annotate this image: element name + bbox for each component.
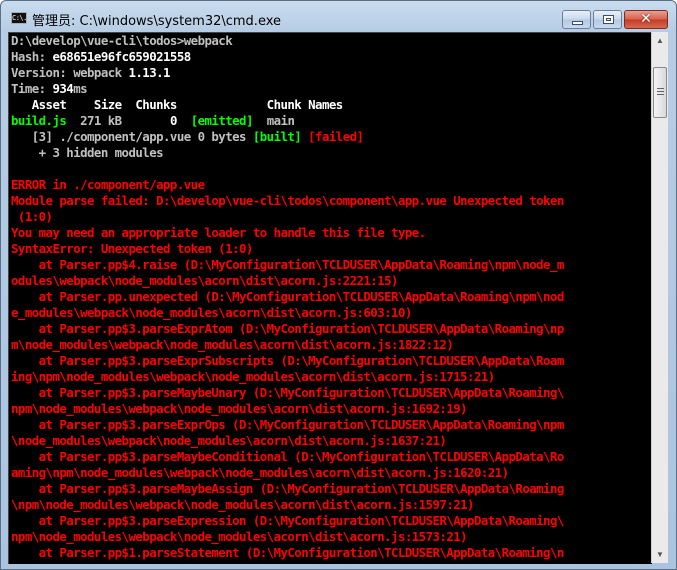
console-line: (1:0)	[9, 209, 652, 225]
console-text-segment	[177, 113, 191, 128]
console-line: at Parser.pp$3.parseExprSubscripts (D:\M…	[9, 353, 652, 369]
console-text-segment: ms	[73, 81, 88, 96]
console-line: at Parser.pp$4.raise (D:\MyConfiguration…	[9, 257, 652, 273]
console-text-segment: at Parser.pp$3.parseExprAtom (D:\MyConfi…	[11, 321, 565, 336]
console-text-segment: [failed]	[308, 129, 364, 144]
console-line: Version: webpack 1.13.1	[9, 65, 652, 81]
title-bar[interactable]: C:\. 管理员: C:\windows\system32\cmd.exe ✕	[1, 1, 676, 32]
console-line: at Parser.pp$3.parseMaybeAssign (D:\MyCo…	[9, 481, 652, 497]
window-bottom-border	[1, 563, 676, 569]
console-text-segment: Asset Size Chunks Chunk Names	[11, 97, 344, 112]
console-line: Module parse failed: D:\develop\vue-cli\…	[9, 193, 652, 209]
console-text-segment: build.js	[11, 113, 67, 128]
console-text-segment: ERROR in ./component/app.vue	[11, 177, 205, 192]
cmd-window: C:\. 管理员: C:\windows\system32\cmd.exe ✕ …	[0, 0, 677, 570]
console-text-segment: at Parser.pp$1.parseStatement (D:\MyConf…	[11, 545, 565, 560]
console-line: Time: 934ms	[9, 81, 652, 97]
console-text-segment: e68651e96fc659021558	[52, 49, 191, 64]
console-text-segment: 934	[52, 81, 74, 96]
console-line: You may need an appropriate loader to ha…	[9, 225, 652, 241]
console-line: at Parser.pp$3.parseExprAtom (D:\MyConfi…	[9, 321, 652, 337]
console-line: aming\npm\node_modules\webpack\node_modu…	[9, 465, 652, 481]
console-text-segment: npm\node_modules\webpack\node_modules\ac…	[11, 401, 468, 416]
scroll-up-arrow-icon[interactable]: ▲	[652, 32, 668, 49]
console-line: ing\npm\node_modules\webpack\node_module…	[9, 369, 652, 385]
caption-buttons: ✕	[560, 10, 668, 29]
console-line: SyntaxError: Unexpected token (1:0)	[9, 241, 652, 257]
console-text-segment: Time:	[11, 81, 53, 96]
maximize-button[interactable]	[593, 10, 622, 29]
scroll-down-arrow-icon[interactable]: ▼	[652, 546, 668, 563]
console-text-segment: \node_modules\webpack\node_modules\acorn…	[11, 433, 447, 448]
grip-line-icon	[657, 91, 664, 92]
console-line: D:\develop\vue-cli\todos>webpack	[9, 33, 652, 49]
console-text-segment: e_modules\webpack\node_modules\acorn\dis…	[11, 305, 412, 320]
console-text-segment: 1.13.1	[128, 65, 170, 80]
minimize-button[interactable]	[562, 10, 591, 29]
console-line: ERROR in ./component/app.vue	[9, 177, 652, 193]
console-text-segment: at Parser.pp$3.parseMaybeAssign (D:\MyCo…	[11, 481, 565, 496]
close-button[interactable]: ✕	[624, 10, 668, 29]
console-text-segment: at Parser.pp.unexpected (D:\MyConfigurat…	[11, 289, 565, 304]
console-line: at Parser.pp$3.parseMaybeUnary (D:\MyCon…	[9, 385, 652, 401]
console-text-segment: ing\npm\node_modules\webpack\node_module…	[11, 369, 495, 384]
console-text-segment: 0	[169, 113, 177, 128]
console-text-segment: Hash:	[11, 49, 53, 64]
console-text-segment: m\node_modules\webpack\node_modules\acor…	[11, 337, 454, 352]
console-text-segment: aming\npm\node_modules\webpack\node_modu…	[11, 465, 509, 480]
console-line: odules\webpack\node_modules\acorn\dist\a…	[9, 273, 652, 289]
console-text-segment: (1:0)	[11, 209, 53, 224]
console-text-segment: at Parser.pp$3.parseExprOps (D:\MyConfig…	[11, 417, 565, 432]
console-text-segment: Version: webpack	[11, 65, 129, 80]
console-line: [3] ./component/app.vue 0 bytes [built] …	[9, 129, 652, 145]
console-text-segment: at Parser.pp$3.parseMaybeConditional (D:…	[11, 449, 565, 464]
console-text-segment: at Parser.pp$3.parseMaybeUnary (D:\MyCon…	[11, 385, 565, 400]
console-text-segment: Module parse failed: D:\develop\vue-cli\…	[11, 193, 564, 208]
close-icon: ✕	[640, 11, 652, 27]
console-line: + 3 hidden modules	[9, 145, 652, 161]
console-text-segment: at Parser.pp$3.parseExpression (D:\MyCon…	[11, 513, 565, 528]
console-text-segment: + 3 hidden modules	[11, 145, 164, 160]
console-text-segment: [built]	[252, 129, 302, 144]
console-text-segment: at Parser.pp$4.raise (D:\MyConfiguration…	[11, 257, 565, 272]
cmd-icon[interactable]: C:\.	[11, 12, 27, 24]
scrollbar-thumb[interactable]	[653, 67, 667, 118]
console-text-segment: [emitted]	[190, 113, 254, 128]
console-text-segment: You may need an appropriate loader to ha…	[11, 225, 426, 240]
console-output[interactable]: D:\develop\vue-cli\todos>webpack Hash: e6…	[8, 32, 652, 564]
minimize-icon	[572, 21, 583, 25]
console-text-segment: at Parser.pp$3.parseExprSubscripts (D:\M…	[11, 353, 565, 368]
console-line: e_modules\webpack\node_modules\acorn\dis…	[9, 305, 652, 321]
console-text-segment: SyntaxError: Unexpected token (1:0)	[11, 241, 253, 256]
console-line: at Parser.pp.unexpected (D:\MyConfigurat…	[9, 289, 652, 305]
console-line: \npm\node_modules\webpack\node_modules\a…	[9, 497, 652, 513]
console-text-segment: D:\develop\vue-cli\todos>webpack	[11, 33, 233, 48]
maximize-icon	[603, 15, 614, 24]
console-text-segment: 271 kB	[66, 113, 170, 128]
console-text-segment: odules\webpack\node_modules\acorn\dist\a…	[11, 273, 399, 288]
console-line: Hash: e68651e96fc659021558	[9, 49, 652, 65]
console-line: at Parser.pp$3.parseExprOps (D:\MyConfig…	[9, 417, 652, 433]
vertical-scrollbar[interactable]: ▲ ▼	[651, 32, 668, 563]
grip-line-icon	[657, 94, 664, 95]
console-text-segment: \npm\node_modules\webpack\node_modules\a…	[11, 497, 475, 512]
console-text-segment: [3] ./component/app.vue 0 bytes	[11, 129, 253, 144]
window-title: 管理员: C:\windows\system32\cmd.exe	[32, 14, 281, 29]
console-line: Asset Size Chunks Chunk Names	[9, 97, 652, 113]
console-line: at Parser.pp$1.parseStatement (D:\MyConf…	[9, 545, 652, 561]
console-line: npm\node_modules\webpack\node_modules\ac…	[9, 401, 652, 417]
console-line: at Parser.pp$3.parseExpression (D:\MyCon…	[9, 513, 652, 529]
console-text-segment: main	[252, 113, 295, 128]
console-line: at Parser.pp$3.parseMaybeConditional (D:…	[9, 449, 652, 465]
console-line: m\node_modules\webpack\node_modules\acor…	[9, 337, 652, 353]
console-text-segment: npm\node_modules\webpack\node_modules\ac…	[11, 529, 468, 544]
console-line: build.js 271 kB 0 [emitted] main	[9, 113, 652, 129]
console-line: npm\node_modules\webpack\node_modules\ac…	[9, 529, 652, 545]
console-line: \node_modules\webpack\node_modules\acorn…	[9, 433, 652, 449]
grip-line-icon	[657, 88, 664, 89]
